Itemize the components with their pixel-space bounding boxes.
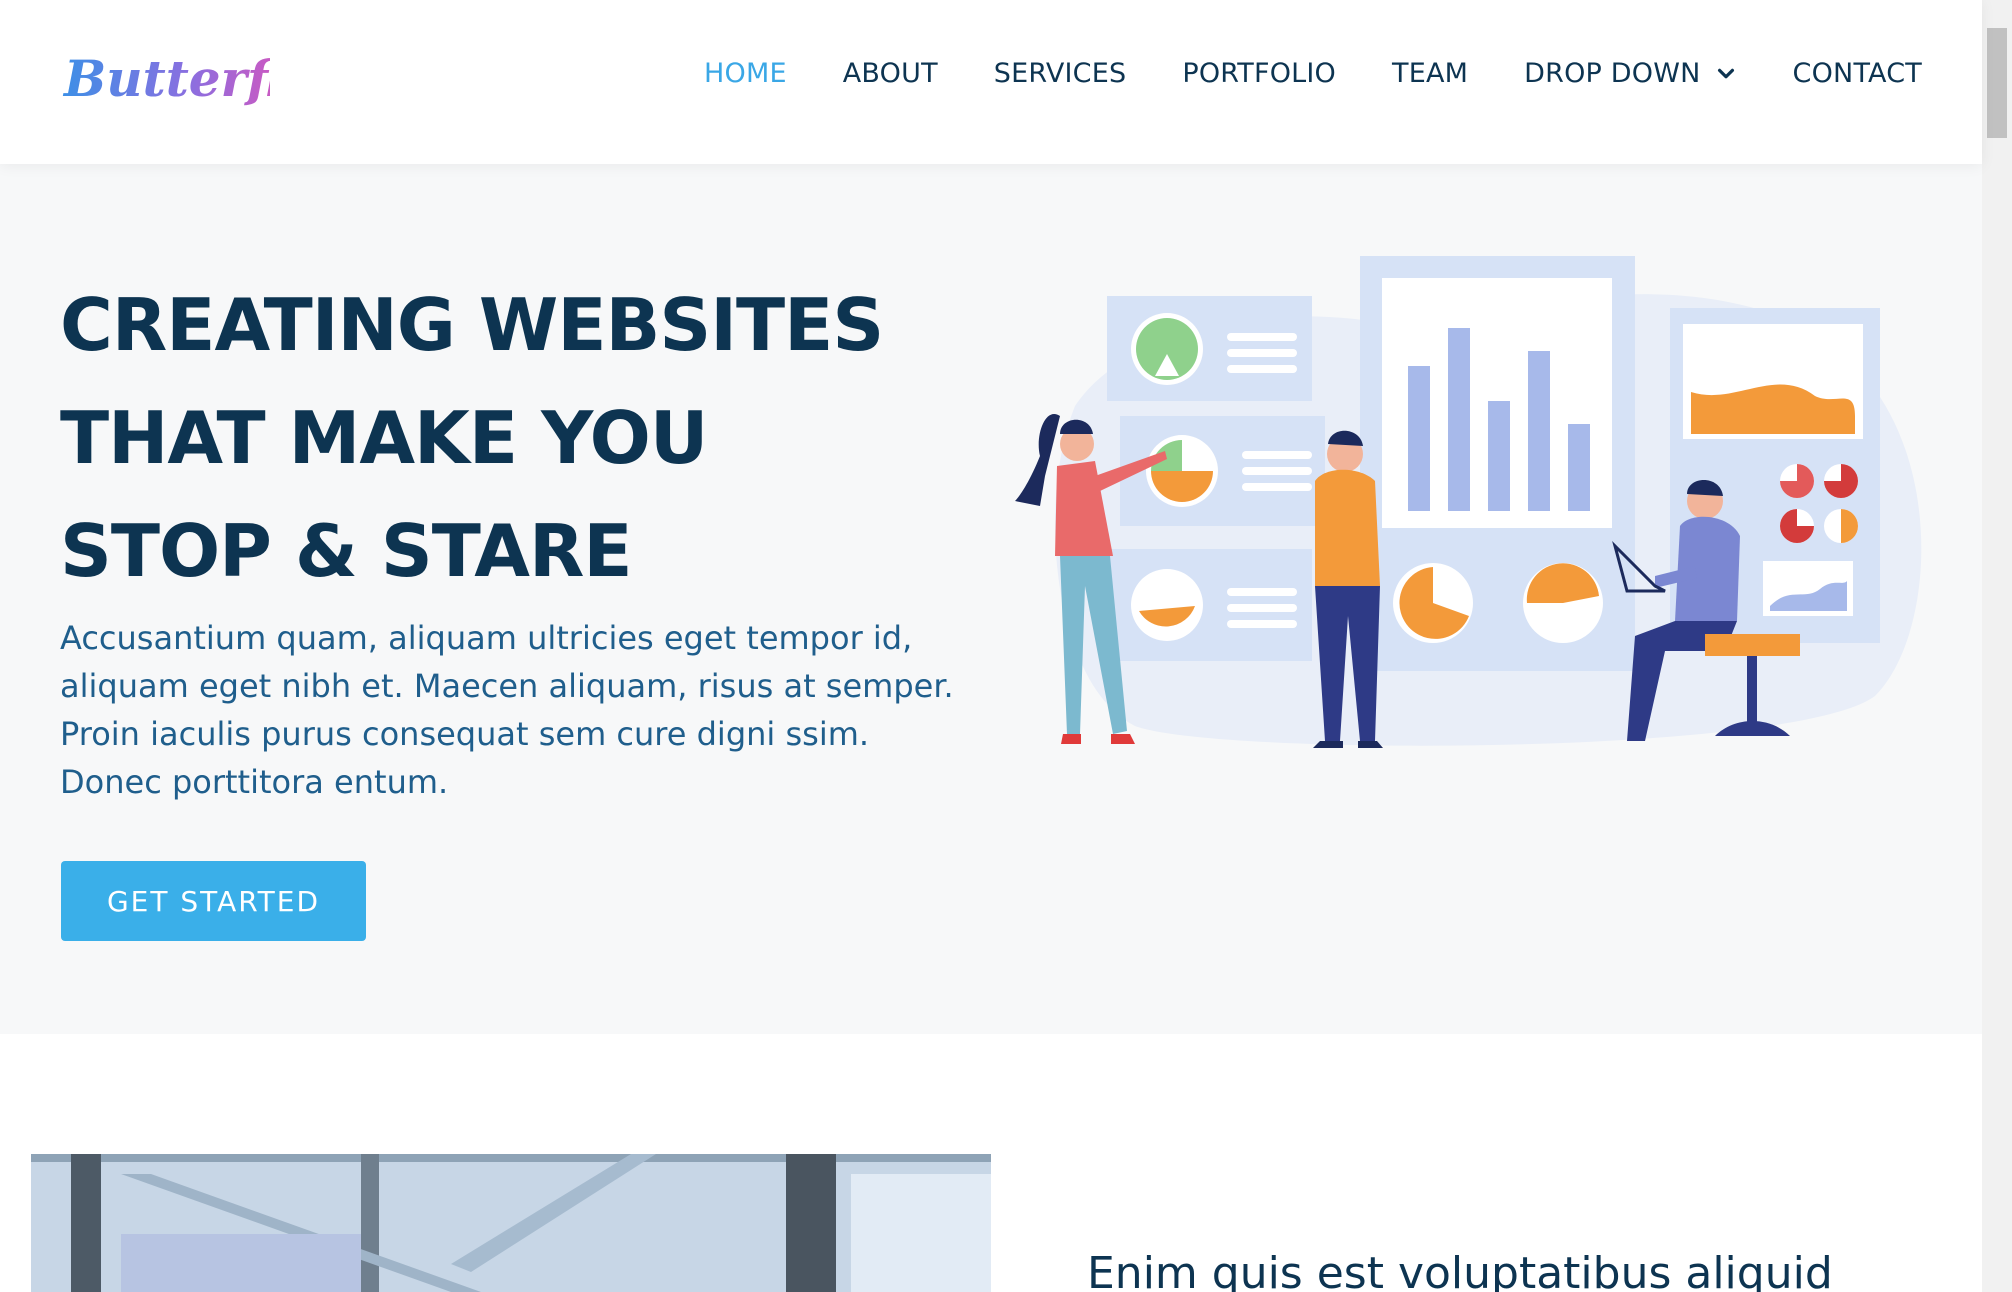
- chevron-down-icon: [1717, 68, 1734, 78]
- nav-team[interactable]: TEAM: [1392, 58, 1468, 89]
- hero-illustration: [1015, 256, 1922, 748]
- get-started-button[interactable]: GET STARTED: [61, 861, 366, 941]
- page-scrollbar[interactable]: [1982, 0, 2012, 1292]
- nav-portfolio[interactable]: PORTFOLIO: [1182, 58, 1336, 89]
- nav-home-label: HOME: [704, 58, 787, 89]
- nav-team-label: TEAM: [1392, 58, 1469, 89]
- svg-text:Butterfly: Butterfly: [62, 49, 270, 108]
- site-header: Butterfly HOME ABOUT SERVICES PORTFOLIO …: [0, 0, 1982, 164]
- nav-contact[interactable]: CONTACT: [1793, 58, 1922, 89]
- about-heading: Enim quis est voluptatibus aliquid: [1087, 1248, 1833, 1292]
- nav-dropdown[interactable]: DROP DOWN: [1524, 58, 1736, 89]
- nav-contact-label: CONTACT: [1792, 58, 1922, 89]
- nav-portfolio-label: PORTFOLIO: [1182, 58, 1337, 89]
- hero-section: CREATING WEBSITES THAT MAKE YOU STOP & S…: [0, 164, 1982, 1034]
- main-nav: HOME ABOUT SERVICES PORTFOLIO TEAM DROP …: [648, 58, 1922, 89]
- scrollbar-thumb[interactable]: [1987, 28, 2007, 138]
- about-image: [31, 1154, 991, 1292]
- butterfly-logo[interactable]: Butterfly: [60, 42, 270, 122]
- nav-about[interactable]: ABOUT: [843, 58, 938, 89]
- nav-services-label: SERVICES: [993, 58, 1127, 89]
- nav-home[interactable]: HOME: [704, 58, 787, 89]
- nav-services[interactable]: SERVICES: [994, 58, 1127, 89]
- nav-dropdown-label: DROP DOWN: [1524, 58, 1701, 89]
- hero-title: CREATING WEBSITES THAT MAKE YOU STOP & S…: [60, 283, 884, 593]
- hero-description: Accusantium quam, aliquam ultricies eget…: [60, 619, 954, 801]
- nav-about-label: ABOUT: [842, 58, 938, 89]
- office-window-image: [31, 1154, 991, 1292]
